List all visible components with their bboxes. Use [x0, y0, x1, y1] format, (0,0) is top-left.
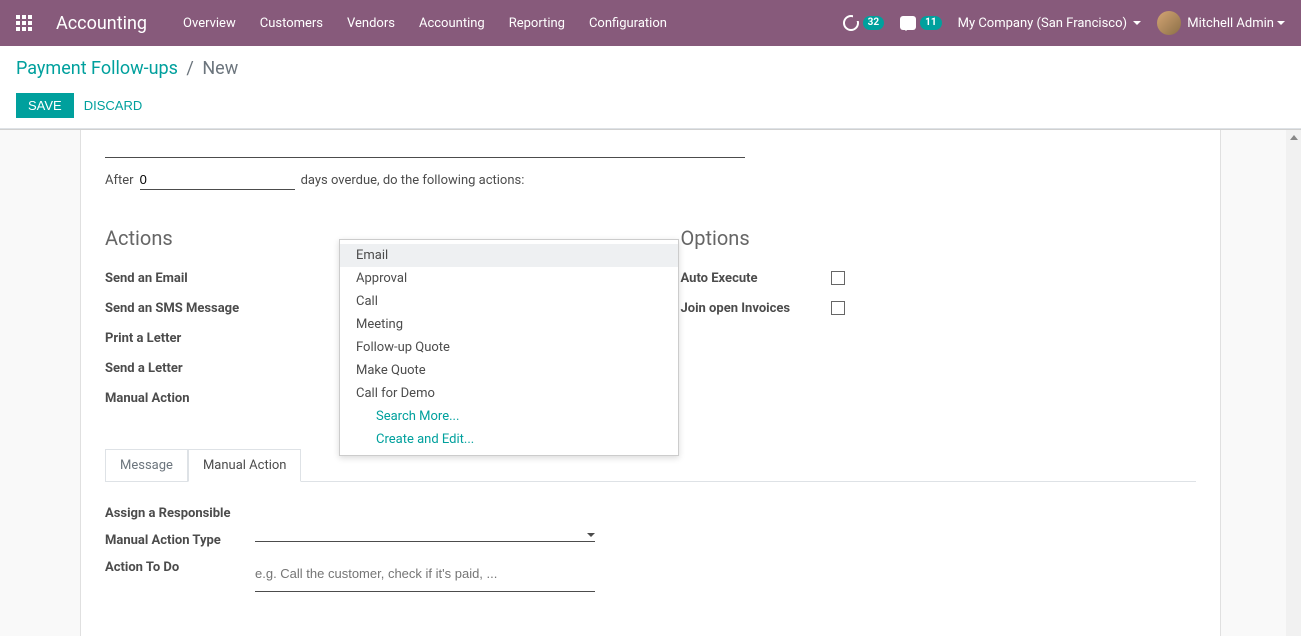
- send-email-label: Send an Email: [105, 271, 255, 286]
- field-auto-execute: Auto Execute: [681, 266, 1197, 290]
- manual-action-label: Manual Action: [105, 391, 255, 406]
- chevron-down-icon: [1277, 21, 1285, 25]
- field-join-invoices: Join open Invoices: [681, 296, 1197, 320]
- autocomplete-dropdown: Email Approval Call Meeting Follow-up Qu…: [339, 239, 679, 456]
- top-navbar: Accounting Overview Customers Vendors Ac…: [0, 0, 1301, 46]
- form-sheet: After days overdue, do the following act…: [80, 130, 1221, 636]
- discard-button[interactable]: Discard: [84, 98, 143, 113]
- company-name: My Company (San Francisco): [958, 16, 1127, 31]
- company-switcher[interactable]: My Company (San Francisco): [958, 16, 1142, 31]
- send-letter-label: Send a Letter: [105, 361, 255, 376]
- apps-icon[interactable]: [16, 15, 32, 31]
- delay-row: After days overdue, do the following act…: [105, 170, 1196, 190]
- dropdown-create-edit[interactable]: Create and Edit...: [340, 428, 678, 451]
- options-column: Options Auto Execute Join open Invoices: [681, 226, 1197, 416]
- menu-vendors[interactable]: Vendors: [347, 16, 395, 31]
- manual-action-type-select[interactable]: [255, 529, 595, 542]
- join-invoices-label: Join open Invoices: [681, 301, 831, 316]
- activity-indicator[interactable]: 32: [843, 15, 884, 31]
- chevron-down-icon: [1133, 21, 1141, 25]
- control-panel: Payment Follow-ups / New Save Discard: [0, 46, 1301, 129]
- row-manual-action-type: Manual Action Type: [105, 529, 1196, 548]
- action-to-do-label: Action To Do: [105, 556, 255, 575]
- breadcrumb-parent[interactable]: Payment Follow-ups: [16, 58, 178, 79]
- dropdown-item-approval[interactable]: Approval: [340, 267, 678, 290]
- auto-execute-label: Auto Execute: [681, 271, 831, 286]
- activity-badge: 32: [863, 16, 884, 30]
- menu-overview[interactable]: Overview: [183, 16, 236, 31]
- action-buttons: Save Discard: [16, 93, 1285, 118]
- menu-configuration[interactable]: Configuration: [589, 16, 667, 31]
- row-action-to-do: Action To Do: [105, 556, 1196, 592]
- avatar: [1157, 11, 1181, 35]
- scroll-up-icon[interactable]: [1286, 130, 1301, 145]
- join-invoices-checkbox[interactable]: [831, 301, 845, 315]
- user-name: Mitchell Admin: [1187, 16, 1274, 31]
- chat-icon: [900, 16, 916, 30]
- dropdown-item-call-demo[interactable]: Call for Demo: [340, 382, 678, 405]
- main-menu: Overview Customers Vendors Accounting Re…: [183, 16, 843, 31]
- dropdown-item-followup-quote[interactable]: Follow-up Quote: [340, 336, 678, 359]
- days-input[interactable]: [140, 170, 295, 190]
- dropdown-item-make-quote[interactable]: Make Quote: [340, 359, 678, 382]
- user-menu[interactable]: Mitchell Admin: [1157, 11, 1285, 35]
- save-button[interactable]: Save: [16, 93, 74, 118]
- print-letter-label: Print a Letter: [105, 331, 255, 346]
- auto-execute-checkbox[interactable]: [831, 271, 845, 285]
- send-sms-label: Send an SMS Message: [105, 301, 255, 316]
- chat-badge: 11: [920, 16, 941, 30]
- manual-action-tab-body: Assign a Responsible Manual Action Type …: [105, 482, 1196, 592]
- assign-responsible-label: Assign a Responsible: [105, 502, 255, 521]
- manual-action-type-label: Manual Action Type: [105, 529, 255, 548]
- after-suffix: days overdue, do the following actions:: [301, 173, 525, 188]
- row-assign-responsible: Assign a Responsible: [105, 502, 1196, 521]
- dropdown-item-email[interactable]: Email: [340, 244, 678, 267]
- dropdown-item-call[interactable]: Call: [340, 290, 678, 313]
- dropdown-search-more[interactable]: Search More...: [340, 405, 678, 428]
- chevron-down-icon: [587, 533, 595, 537]
- options-heading: Options: [681, 226, 1197, 250]
- dropdown-item-meeting[interactable]: Meeting: [340, 313, 678, 336]
- breadcrumb-separator: /: [186, 58, 193, 79]
- scrollbar[interactable]: [1286, 130, 1301, 636]
- messaging-indicator[interactable]: 11: [900, 16, 941, 30]
- content-area: After days overdue, do the following act…: [0, 129, 1301, 636]
- menu-accounting[interactable]: Accounting: [419, 16, 485, 31]
- menu-customers[interactable]: Customers: [260, 16, 323, 31]
- app-brand[interactable]: Accounting: [56, 13, 147, 34]
- tab-manual-action[interactable]: Manual Action: [188, 449, 302, 482]
- nav-right: 32 11 My Company (San Francisco) Mitchel…: [843, 11, 1285, 35]
- clock-icon: [843, 15, 859, 31]
- tab-message[interactable]: Message: [105, 449, 188, 482]
- after-label: After: [105, 173, 134, 188]
- menu-reporting[interactable]: Reporting: [509, 16, 565, 31]
- breadcrumb-current: New: [202, 58, 238, 79]
- breadcrumb: Payment Follow-ups / New: [16, 58, 1285, 79]
- action-to-do-input[interactable]: [255, 556, 595, 592]
- name-input-underline[interactable]: [105, 130, 745, 158]
